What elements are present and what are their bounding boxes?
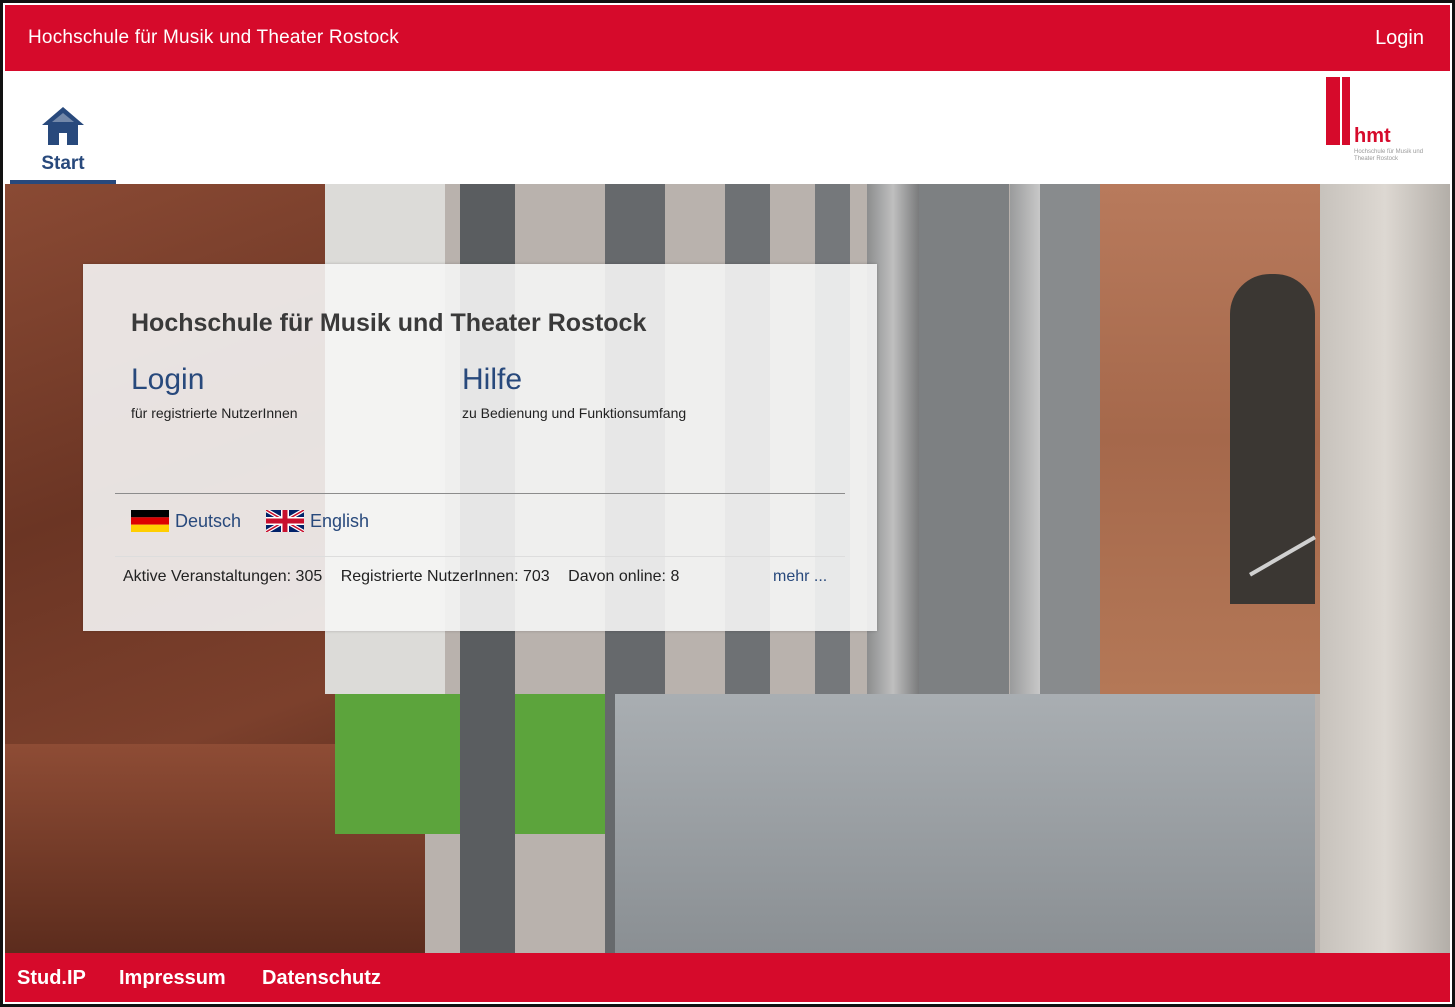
nav-start[interactable]: Start [10, 71, 116, 184]
stat-active-courses: Aktive Veranstaltungen: 305 [123, 568, 323, 585]
site-title: Hochschule für Musik und Theater Rostock [28, 27, 399, 48]
panel-heading: Hochschule für Musik und Theater Rostock [131, 309, 647, 337]
divider [115, 493, 845, 494]
footer-bar: Stud.IP Impressum Datenschutz [5, 953, 1450, 1002]
footer-link-datenschutz[interactable]: Datenschutz [262, 967, 381, 990]
language-deutsch[interactable]: Deutsch [131, 510, 241, 532]
nav-start-label: Start [41, 153, 85, 174]
stat-online: Davon online: 8 [568, 568, 680, 585]
hmt-logo: hmt Hochschule für Musik und Theater Ros… [1326, 77, 1436, 172]
stats-line: Aktive Veranstaltungen: 305 Registrierte… [123, 568, 693, 586]
language-english-label: English [310, 510, 370, 531]
footer-link-studip[interactable]: Stud.IP [17, 967, 86, 990]
help-description: zu Bedienung und Funktionsumfang [462, 405, 687, 421]
logo-subtitle: Hochschule für Musik und Theater Rostock [1354, 149, 1424, 162]
help-link[interactable]: Hilfe [462, 363, 686, 397]
home-icon [42, 107, 84, 145]
login-link[interactable]: Login [131, 363, 298, 397]
navigation-bar: Start hmt Hochschule für Musik und Theat… [5, 71, 1450, 184]
language-english[interactable]: English [266, 510, 369, 532]
login-panel: Hochschule für Musik und Theater Rostock… [83, 264, 877, 631]
uk-flag-icon [266, 510, 304, 532]
login-section: Login für registrierte NutzerInnen [131, 363, 298, 421]
logo-word: hmt [1354, 125, 1391, 147]
top-bar: Hochschule für Musik und Theater Rostock… [5, 5, 1450, 71]
help-section: Hilfe zu Bedienung und Funktionsumfang [462, 363, 686, 421]
german-flag-icon [131, 510, 169, 532]
language-deutsch-label: Deutsch [175, 510, 242, 531]
footer-link-impressum[interactable]: Impressum [119, 967, 226, 990]
header-login-link[interactable]: Login [1375, 27, 1424, 50]
stats-more-link[interactable]: mehr ... [773, 568, 827, 586]
stat-registered-users: Registrierte NutzerInnen: 703 [340, 568, 550, 585]
login-description: für registrierte NutzerInnen [131, 405, 298, 421]
divider-light [115, 556, 845, 557]
